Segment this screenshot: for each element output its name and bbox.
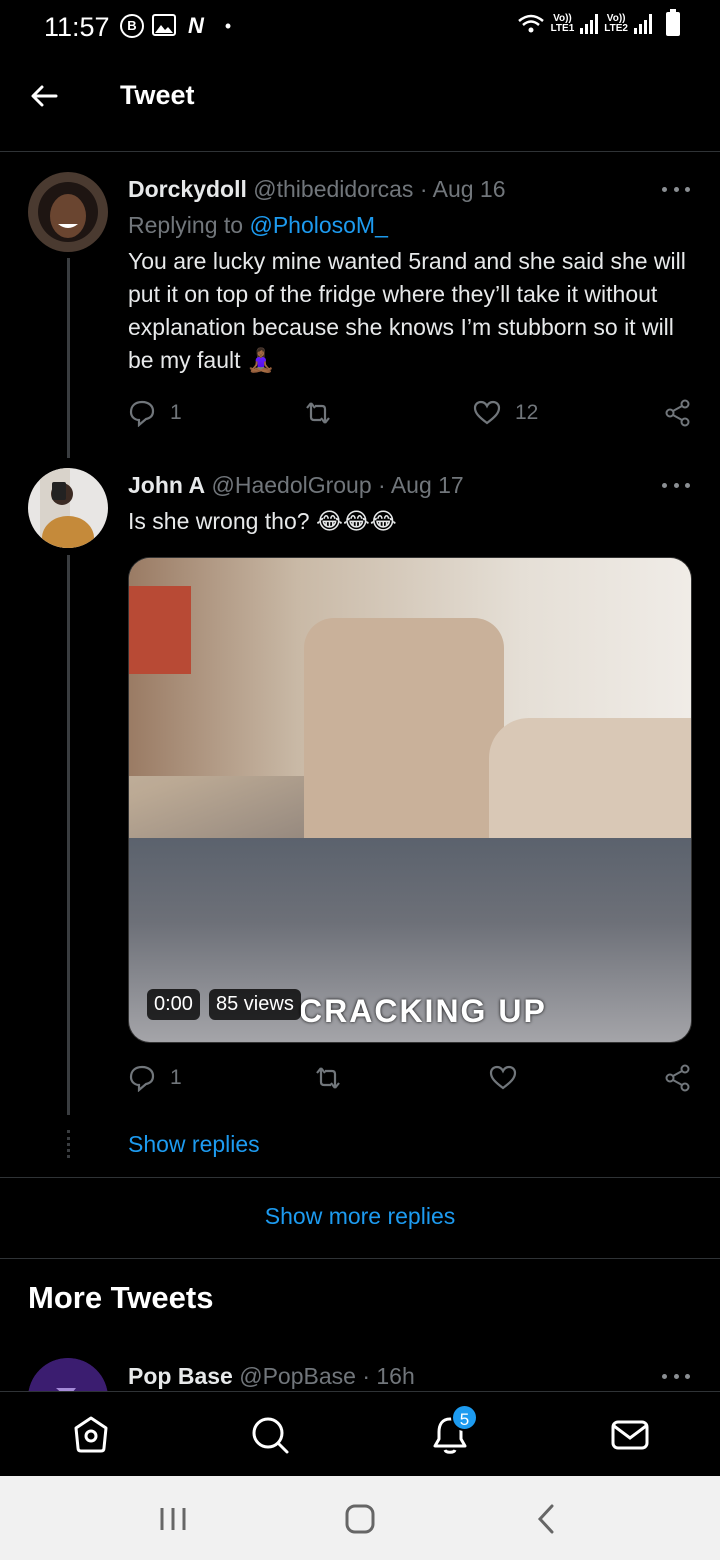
author-name[interactable]: Pop Base	[128, 1363, 233, 1389]
recent-apps-icon[interactable]	[156, 1502, 190, 1536]
more-options-icon[interactable]	[662, 480, 690, 490]
replying-to: Replying to @PholosoM_	[128, 212, 388, 239]
lte2-label: Vo)) LTE2	[604, 13, 628, 34]
tweet-date: · 16h	[362, 1363, 415, 1389]
system-nav-bar	[0, 1476, 720, 1560]
signal1-icon	[580, 14, 599, 34]
video-frame-object	[129, 586, 191, 674]
retweet-icon	[306, 402, 330, 424]
tweet-meta: Dorckydoll @thibedidorcas · Aug 16	[128, 176, 506, 203]
replying-to-link[interactable]: @PholosoM_	[249, 212, 387, 238]
status-system-icons: Vo)) LTE1 Vo)) LTE2	[517, 9, 680, 36]
show-replies-link[interactable]: Show replies	[128, 1131, 260, 1158]
b-circle-icon: B	[120, 14, 144, 38]
share-icon	[665, 1064, 690, 1092]
more-options-icon[interactable]	[662, 1371, 690, 1381]
more-options-icon[interactable]	[662, 184, 690, 194]
tweet-actions: 1	[128, 1064, 694, 1094]
heart-icon	[489, 1065, 517, 1090]
like-count: 12	[515, 401, 539, 424]
battery-icon	[666, 9, 680, 36]
like-button[interactable]: 12	[473, 399, 538, 427]
author-handle: @HaedolGroup	[211, 472, 372, 498]
home-icon[interactable]	[70, 1414, 112, 1456]
author-name[interactable]: John A	[128, 472, 205, 498]
image-icon	[152, 14, 176, 38]
home-button-icon[interactable]	[343, 1502, 377, 1536]
tweet-date: · Aug 17	[378, 472, 464, 498]
more-tweets-heading: More Tweets	[28, 1280, 214, 1315]
back-arrow-icon[interactable]	[26, 78, 62, 114]
back-button-icon[interactable]	[530, 1502, 564, 1536]
n-icon: N	[188, 13, 204, 38]
video-views: 85 views	[209, 989, 301, 1020]
replying-prefix: Replying to	[128, 212, 250, 238]
author-handle: @PopBase	[239, 1363, 356, 1389]
thread-dotted-line	[67, 1130, 70, 1158]
wifi-icon	[517, 14, 544, 33]
reply-button[interactable]: 1	[128, 1064, 182, 1092]
retweet-icon	[316, 1067, 340, 1089]
retweet-button[interactable]	[304, 399, 332, 427]
thread-line	[67, 555, 70, 1115]
reply-count: 1	[170, 401, 182, 424]
notification-count-badge: 5	[451, 1404, 478, 1431]
messages-icon[interactable]	[609, 1414, 651, 1456]
heart-icon	[473, 400, 501, 425]
tweet-meta: Pop Base @PopBase · 16h	[128, 1363, 415, 1390]
reply-count: 1	[170, 1066, 182, 1089]
reply-icon	[129, 400, 155, 427]
tweet-actions: 1 12	[128, 399, 694, 429]
divider	[0, 1177, 720, 1178]
thread-line	[67, 258, 70, 458]
status-bar: 11:57 B N • Vo)) LTE1 Vo)) LTE2	[0, 0, 720, 56]
tweet-header: Tweet	[0, 56, 720, 152]
search-icon[interactable]	[249, 1414, 291, 1456]
lte1-label: Vo)) LTE1	[550, 13, 575, 34]
reply-button[interactable]: 1	[128, 399, 182, 427]
divider	[0, 1258, 720, 1259]
status-time: 11:57	[44, 12, 110, 42]
tweet-meta: John A @HaedolGroup · Aug 17	[128, 472, 464, 499]
show-more-replies-link[interactable]: Show more replies	[0, 1203, 720, 1230]
page-title: Tweet	[120, 80, 195, 110]
bottom-tab-bar	[0, 1391, 720, 1476]
status-notification-icons: B N •	[120, 14, 240, 38]
share-button[interactable]	[664, 1064, 692, 1092]
share-button[interactable]	[664, 399, 692, 427]
author-name[interactable]: Dorckydoll	[128, 176, 247, 202]
avatar[interactable]	[28, 468, 108, 548]
retweet-button[interactable]	[314, 1064, 342, 1092]
video-caption: CRACKING UP	[299, 993, 547, 1029]
author-handle: @thibedidorcas	[253, 176, 414, 202]
like-button[interactable]	[489, 1064, 517, 1092]
dot-icon: •	[224, 16, 232, 36]
video-player[interactable]: CRACKING UP 0:00 85 views	[128, 557, 692, 1043]
signal2-icon	[634, 14, 652, 34]
share-icon	[665, 399, 690, 427]
avatar[interactable]	[28, 172, 108, 252]
video-duration: 0:00	[147, 989, 200, 1020]
tweet-date: · Aug 16	[419, 176, 506, 202]
tweet-text: You are lucky mine wanted 5rand and she …	[128, 248, 686, 373]
tweet-text: Is she wrong tho? 😂😂😂	[128, 508, 397, 534]
reply-icon	[129, 1065, 155, 1092]
